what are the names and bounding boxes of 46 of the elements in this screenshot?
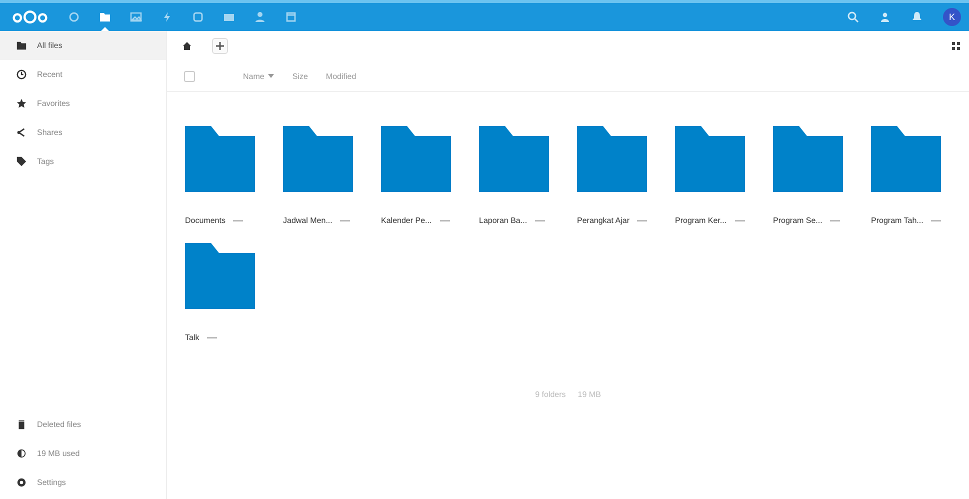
tag-icon: [16, 156, 27, 167]
folder-icon[interactable]: [479, 126, 549, 192]
sidebar-item[interactable]: Settings: [0, 468, 166, 497]
sidebar-item[interactable]: Favorites: [0, 89, 166, 118]
folder-icon[interactable]: [381, 126, 451, 192]
folder-name[interactable]: Program Tah...: [871, 216, 924, 225]
contacts-icon[interactable]: [879, 11, 891, 23]
folder-name[interactable]: Laporan Ba...: [479, 216, 528, 225]
bell-icon[interactable]: [911, 11, 923, 23]
share-icon: [16, 127, 27, 138]
star-icon: [16, 98, 27, 109]
sidebar-item[interactable]: 19 MB used: [0, 439, 166, 468]
folder-name[interactable]: Jadwal Men...: [283, 216, 332, 225]
folder-icon: [16, 40, 27, 51]
folder-name[interactable]: Talk: [185, 333, 200, 342]
total-size: 19 MB: [578, 390, 601, 399]
folder-icon[interactable]: [675, 126, 745, 192]
folder-icon[interactable]: [185, 243, 255, 309]
settings-icon: [16, 477, 27, 488]
folder-name[interactable]: Perangkat Ajar: [577, 216, 630, 225]
trash-icon: [16, 419, 27, 430]
search-icon[interactable]: [847, 11, 859, 23]
pie-icon: [16, 448, 27, 459]
folder-icon[interactable]: [773, 126, 843, 192]
sidebar-item[interactable]: Tags: [0, 147, 166, 176]
folder-icon[interactable]: [577, 126, 647, 192]
folder-icon[interactable]: [283, 126, 353, 192]
logo-icon[interactable]: [12, 9, 48, 25]
folder-icon[interactable]: [871, 126, 941, 192]
home-icon[interactable]: [182, 41, 192, 51]
sidebar-item[interactable]: Shares: [0, 118, 166, 147]
grid-view-icon[interactable]: [951, 41, 961, 51]
plus-icon: [216, 42, 224, 50]
add-button[interactable]: [212, 38, 228, 54]
sidebar-item[interactable]: All files: [0, 31, 166, 60]
folder-icon[interactable]: [185, 126, 255, 192]
select-all-checkbox[interactable]: [184, 70, 195, 82]
folder-name[interactable]: Kalender Pe...: [381, 216, 432, 225]
folder-name[interactable]: Documents: [185, 216, 226, 225]
clock-icon: [16, 69, 27, 80]
sidebar-item[interactable]: Recent: [0, 60, 166, 89]
folder-name[interactable]: Program Se...: [773, 216, 822, 225]
user-avatar[interactable]: K: [943, 8, 961, 26]
sidebar-item[interactable]: Deleted files: [0, 410, 166, 439]
folder-name[interactable]: Program Ker...: [675, 216, 727, 225]
folder-count: 9 folders: [535, 390, 566, 399]
